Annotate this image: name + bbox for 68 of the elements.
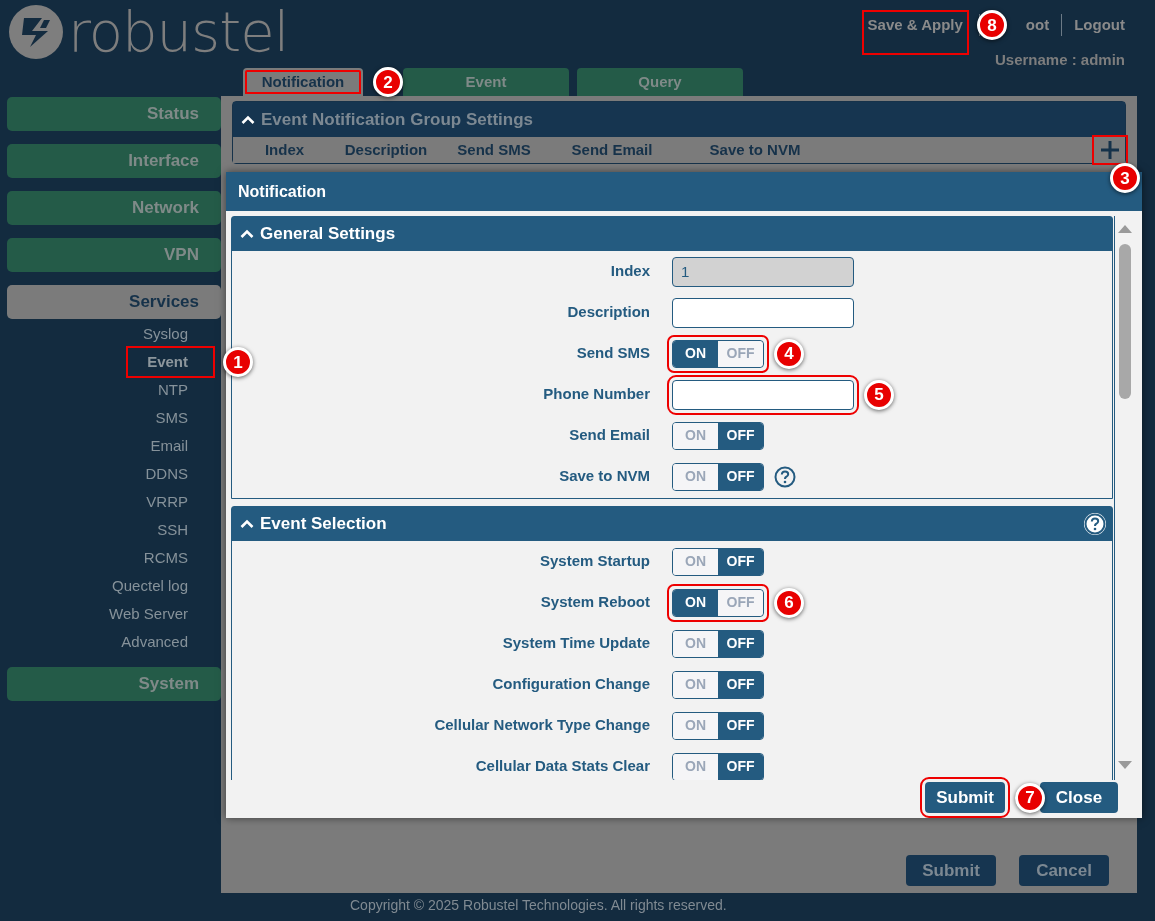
- column-header: Index: [263, 139, 306, 160]
- field-label: Send Email: [568, 425, 650, 446]
- copyright-text: Copyright © 2025 Robustel Technologies. All rights reserved.: [350, 896, 728, 915]
- toggle-switch[interactable]: ON OFF: [672, 711, 764, 740]
- dialog-button[interactable]: Close: [1040, 782, 1118, 813]
- header-link[interactable]: oot: [1025, 14, 1050, 37]
- submenu-item[interactable]: SMS: [155, 406, 188, 430]
- help-icon[interactable]: [774, 465, 796, 488]
- toggle-switch[interactable]: ON OFF: [672, 339, 764, 368]
- section-title: General Settings: [260, 223, 396, 246]
- toggle-switch[interactable]: ON OFF: [672, 547, 764, 576]
- submenu-item[interactable]: Quectel log: [112, 574, 188, 598]
- toggle-switch[interactable]: ON OFF: [672, 752, 764, 780]
- logo-wordmark: robustel: [68, 4, 289, 60]
- toggle-switch[interactable]: ON OFF: [672, 588, 764, 617]
- field-label: Phone Number: [542, 384, 650, 405]
- header-link[interactable]: Save & Apply: [863, 12, 967, 53]
- column-header: Description: [343, 139, 429, 160]
- callout-badge: 6: [774, 587, 804, 618]
- logo-icon: [8, 4, 64, 60]
- column-header: Send SMS: [456, 139, 532, 160]
- submenu-item[interactable]: NTP: [158, 378, 188, 402]
- callout-badge: 3: [1110, 163, 1140, 193]
- text-field[interactable]: [672, 297, 854, 328]
- submenu-item[interactable]: Advanced: [121, 630, 188, 654]
- submenu-item[interactable]: RCMS: [143, 546, 188, 570]
- submenu-item[interactable]: Email: [150, 434, 188, 458]
- callout-badge: 2: [373, 67, 403, 97]
- field-label: Configuration Change: [491, 674, 650, 695]
- sidebar-item[interactable]: Services: [7, 285, 221, 319]
- toggle-switch[interactable]: ON OFF: [672, 421, 764, 450]
- column-header: Save to NVM: [708, 139, 802, 160]
- toggle-switch[interactable]: ON OFF: [672, 670, 764, 699]
- submenu-item[interactable]: SSH: [157, 518, 188, 542]
- header-link[interactable]: Logout: [1074, 14, 1125, 37]
- field-label: System Time Update: [501, 633, 650, 654]
- help-icon[interactable]: [1084, 513, 1106, 535]
- submenu-item[interactable]: Web Server: [109, 602, 188, 626]
- chevron-up-icon: [240, 519, 254, 529]
- page-button[interactable]: Submit: [906, 855, 996, 886]
- tab[interactable]: Notification: [243, 68, 363, 96]
- callout-badge: 7: [1015, 782, 1045, 813]
- callout-badge: 8: [976, 10, 1007, 41]
- submenu-item[interactable]: Syslog: [142, 322, 188, 346]
- toggle-switch[interactable]: ON OFF: [672, 629, 764, 658]
- field-label: Cellular Network Type Change: [433, 715, 650, 736]
- chevron-up-icon: [241, 114, 255, 125]
- field-label: Send SMS: [575, 343, 650, 364]
- submenu-item[interactable]: Event: [128, 347, 213, 377]
- column-header: Send Email: [570, 139, 654, 160]
- chevron-up-icon: [240, 229, 254, 239]
- callout-badge: 4: [774, 338, 804, 369]
- field-label: System Startup: [538, 551, 650, 572]
- field-label: Cellular Data Stats Clear: [474, 756, 650, 777]
- scrollbar-thumb[interactable]: [1118, 244, 1131, 399]
- toggle-switch[interactable]: ON OFF: [672, 462, 764, 491]
- field-label: Save to NVM: [558, 466, 650, 487]
- callout-badge: 5: [864, 379, 894, 410]
- submenu-item[interactable]: VRRP: [146, 490, 188, 514]
- section-title: Event Selection: [260, 513, 387, 536]
- username-label: Username : admin: [994, 49, 1125, 70]
- field-label: System Reboot: [539, 592, 650, 613]
- submenu-item[interactable]: DDNS: [145, 462, 188, 486]
- dialog-title: Notification: [238, 181, 326, 202]
- field-label: Description: [566, 302, 650, 323]
- field-label: Index: [609, 261, 650, 282]
- section-title: Event Notification Group Settings: [261, 108, 533, 131]
- page-button[interactable]: Cancel: [1019, 855, 1109, 886]
